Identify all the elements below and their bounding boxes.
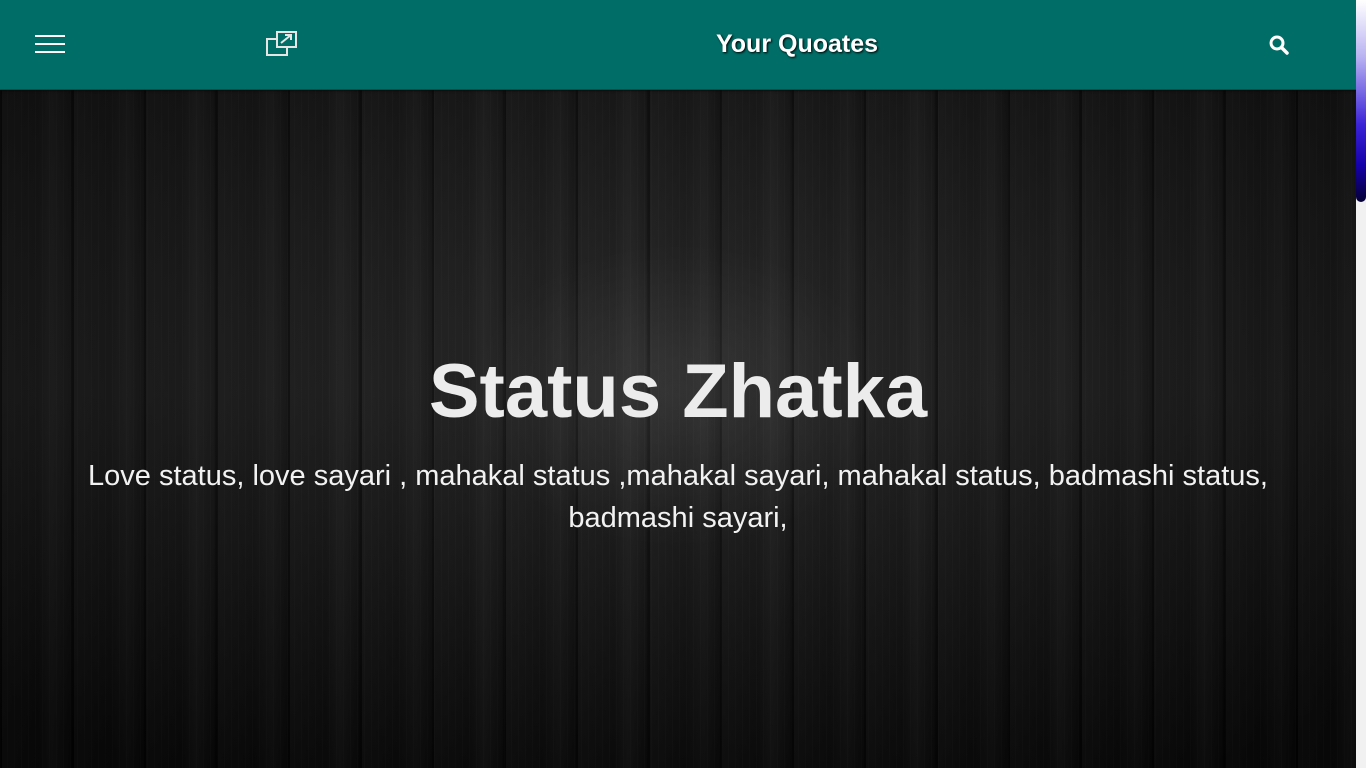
search-button[interactable] — [1267, 33, 1291, 57]
hamburger-menu-icon — [35, 35, 65, 37]
hero-subtitle: Love status, love sayari , mahakal statu… — [88, 460, 1268, 534]
search-icon — [1269, 35, 1289, 55]
external-window-icon — [266, 31, 297, 56]
top-navbar: Your Quoates — [0, 0, 1356, 90]
site-title[interactable]: Your Quoates — [716, 30, 878, 58]
scrollbar-thumb[interactable] — [1356, 0, 1366, 202]
hero-banner: Status Zhatka Love status, love sayari ,… — [0, 90, 1356, 768]
page: Your Quoates Status Zhatka Love status, … — [0, 0, 1366, 768]
page-scrollbar[interactable] — [1356, 0, 1366, 768]
hero-title: Status Zhatka — [428, 349, 928, 434]
menu-button[interactable] — [35, 34, 65, 54]
site-title-wrapper: Your Quoates — [0, 30, 1366, 59]
open-new-window-button[interactable] — [265, 29, 299, 59]
